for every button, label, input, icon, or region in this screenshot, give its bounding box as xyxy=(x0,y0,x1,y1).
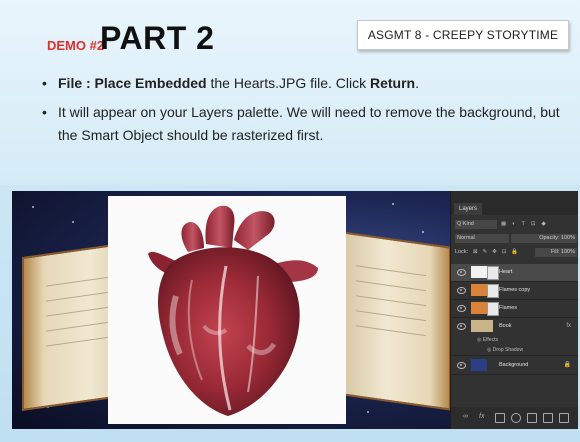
new-layer-icon[interactable] xyxy=(543,413,553,423)
eye-icon[interactable] xyxy=(457,305,466,312)
layer-thumbnail xyxy=(471,266,487,278)
star xyxy=(72,221,74,223)
layer-name: Heart xyxy=(499,269,513,275)
eye-icon[interactable] xyxy=(457,269,466,276)
bullet-item-2: It will appear on your Layers palette. W… xyxy=(42,101,562,147)
layer-row-heart[interactable]: Heart xyxy=(451,264,578,282)
book-text-line xyxy=(356,280,426,292)
book-page-right xyxy=(342,231,451,411)
smart-object-icon xyxy=(487,284,499,298)
layer-name: Flames copy xyxy=(499,287,531,293)
layer-thumbnail xyxy=(471,320,493,332)
layer-row-background[interactable]: Background 🔒 xyxy=(451,357,578,375)
layers-footer: ∞ fx xyxy=(451,407,578,429)
filter-row: Q Kind ▦◐T⊡◆ xyxy=(455,219,575,230)
smart-object-icon xyxy=(487,266,499,280)
lock-icon: 🔒 xyxy=(563,362,571,368)
link-layers-icon[interactable]: ∞ xyxy=(463,413,471,421)
demo-label: DEMO #2 xyxy=(47,38,105,53)
eye-icon[interactable] xyxy=(457,323,466,330)
effects-row[interactable]: ◎ Effects xyxy=(451,336,578,345)
book-text-line xyxy=(46,290,116,302)
layers-tab-bar: Layers xyxy=(451,191,578,215)
layer-row-book[interactable]: Book fx xyxy=(451,318,578,335)
drop-shadow-label: Drop Shadow xyxy=(492,347,524,353)
layer-name: Background xyxy=(499,362,529,368)
book-text-line xyxy=(356,295,426,307)
book-text-line xyxy=(46,275,116,287)
layer-name: Flames xyxy=(499,305,518,311)
trash-icon[interactable] xyxy=(559,413,569,423)
layer-thumbnail xyxy=(471,359,487,371)
bullet-1-text-2: . xyxy=(415,75,420,91)
effects-label: Effects xyxy=(482,337,498,343)
star xyxy=(422,231,424,233)
smart-object-icon xyxy=(487,302,499,316)
layer-row-flames-copy[interactable]: Flames copy xyxy=(451,282,578,300)
bullet-1-text-1: the Hearts.JPG file. Click xyxy=(206,75,370,91)
opacity-field[interactable]: Opacity: 100% xyxy=(511,234,577,243)
drop-shadow-row[interactable]: ◎ Drop Shadow xyxy=(451,346,578,356)
photoshop-screenshot: Layers Q Kind ▦◐T⊡◆ Normal Opacity: 100%… xyxy=(12,191,578,429)
layer-row-flames[interactable]: Flames xyxy=(451,300,578,318)
book-text-line xyxy=(356,325,426,337)
lock-label: Lock: xyxy=(455,249,469,255)
lock-row: Lock: ⊠✎✥⊡🔒 Fill: 100% xyxy=(455,247,577,258)
new-group-icon[interactable] xyxy=(527,413,537,423)
fill-field[interactable]: Fill: 100% xyxy=(535,248,577,257)
blend-row: Normal Opacity: 100% xyxy=(455,233,577,244)
eye-icon[interactable] xyxy=(457,287,466,294)
bullet-1-bold-1: File : Place Embedded xyxy=(58,75,207,91)
star xyxy=(32,206,34,208)
book-text-line xyxy=(46,320,116,332)
slide: DEMO #2 PART 2 ASGMT 8 - CREEPY STORYTIM… xyxy=(0,0,580,442)
bullet-list: File : Place Embedded the Hearts.JPG fil… xyxy=(42,72,562,153)
anatomical-heart-graphic xyxy=(148,205,318,416)
layer-name: Book xyxy=(499,323,512,329)
page-title: PART 2 xyxy=(100,20,215,56)
fx-badge[interactable]: fx xyxy=(566,318,571,335)
layers-panel: Layers Q Kind ▦◐T⊡◆ Normal Opacity: 100%… xyxy=(450,191,578,429)
lock-icons[interactable]: ⊠✎✥⊡🔒 xyxy=(473,247,523,258)
tab-layers[interactable]: Layers xyxy=(454,203,483,215)
star xyxy=(392,203,394,205)
bullet-1-bold-2: Return xyxy=(370,75,416,91)
layer-thumbnail xyxy=(471,302,487,314)
book-text-line xyxy=(46,335,116,347)
eye-icon[interactable]: ◎ xyxy=(487,347,491,353)
book-text-line xyxy=(356,310,426,322)
bullet-item-1: File : Place Embedded the Hearts.JPG fil… xyxy=(42,72,562,95)
eye-icon[interactable]: ◎ xyxy=(477,337,481,343)
fx-icon[interactable]: fx xyxy=(479,413,487,421)
adjustment-layer-icon[interactable] xyxy=(511,413,521,423)
eye-icon[interactable] xyxy=(457,362,466,369)
kind-filter-select[interactable]: Q Kind xyxy=(455,220,497,229)
heart-image-layer[interactable] xyxy=(108,196,346,424)
add-mask-icon[interactable] xyxy=(495,413,505,423)
filter-icons[interactable]: ▦◐T⊡◆ xyxy=(501,219,552,230)
assignment-badge: ASGMT 8 - CREEPY STORYTIME xyxy=(357,20,569,50)
blend-mode-select[interactable]: Normal xyxy=(455,234,509,243)
star xyxy=(367,411,369,413)
book-text-line xyxy=(46,305,116,317)
layer-thumbnail xyxy=(471,284,487,296)
book-text-line xyxy=(356,265,426,277)
